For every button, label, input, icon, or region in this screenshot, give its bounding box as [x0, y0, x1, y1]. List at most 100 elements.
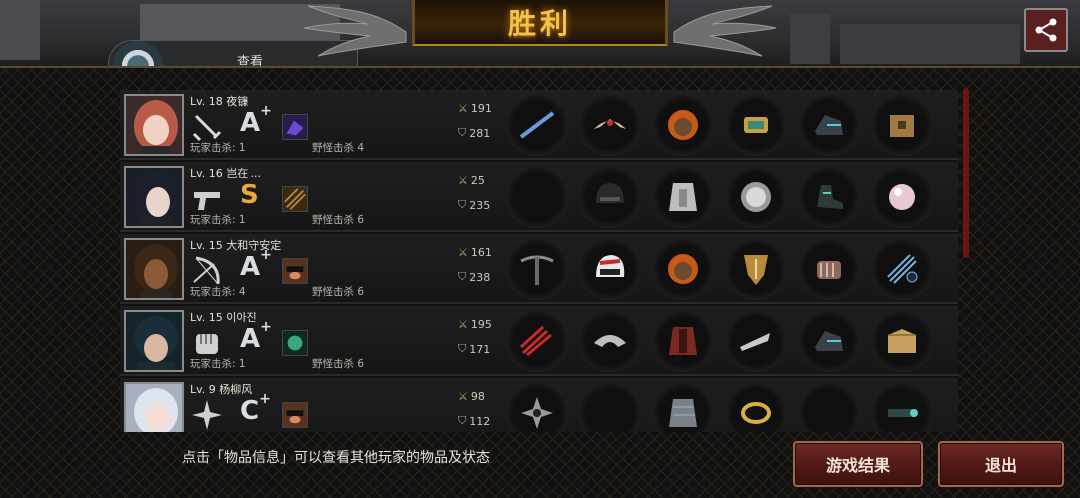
pet-icon [282, 258, 308, 284]
bracelet-item-icon [744, 117, 768, 133]
player-avatar [124, 166, 184, 228]
crossed-swords-icon: ⚔ [458, 318, 468, 331]
building-silhouette [0, 0, 40, 60]
shield-icon: ⛉ [458, 198, 467, 211]
share-icon [1035, 18, 1057, 42]
item-slot[interactable] [798, 238, 860, 300]
shield-icon: ⛉ [458, 270, 467, 283]
item-slot[interactable] [506, 238, 568, 300]
tiara-item-icon [594, 119, 626, 129]
attack-stat: ⚔ 195 [458, 318, 492, 331]
item-slot[interactable] [579, 238, 641, 300]
item-slot[interactable] [652, 94, 714, 156]
item-slot[interactable] [798, 166, 860, 228]
item-slot[interactable] [871, 94, 933, 156]
item-slot[interactable] [579, 166, 641, 228]
crossed-swords-icon: ⚔ [458, 174, 468, 187]
scope-item-icon [888, 409, 918, 417]
blade-bracer-item-icon [740, 333, 770, 351]
player-avatar [124, 310, 184, 372]
item-slot[interactable] [652, 238, 714, 300]
item-slot-empty[interactable] [506, 166, 568, 228]
player-row[interactable]: Lv. 15 이아진 A+ 玩家击杀: 1 野怪击杀 6 ⚔ 195 ⛉ 171 [120, 306, 958, 376]
defense-stat: ⛉ 238 [458, 270, 491, 284]
player-avatar [124, 382, 184, 432]
item-slot[interactable] [725, 238, 787, 300]
item-slot[interactable] [725, 310, 787, 372]
pearl-item-icon [889, 184, 915, 210]
chainmail-item-icon [669, 399, 697, 427]
player-kills: 玩家击杀: 1 [190, 214, 246, 226]
boots-item-icon [817, 185, 843, 209]
player-level-name: Lv. 16 岂在 ... [190, 167, 261, 180]
attack-stat: ⚔ 161 [458, 246, 492, 259]
claw-item-icon [519, 325, 552, 357]
right-wing-icon [673, 5, 777, 57]
shield-item-icon [744, 255, 768, 285]
hint-text: 点击「物品信息」可以查看其他玩家的物品及状态 [182, 450, 490, 466]
grade-badge: C+ [240, 391, 271, 426]
shuriken-icon [192, 400, 222, 430]
item-slot[interactable] [871, 238, 933, 300]
ring-item-icon [741, 402, 771, 424]
player-row[interactable]: Lv. 16 岂在 ... S 玩家击杀: 1 野怪击杀 6 ⚔ 25 ⛉ 235 [120, 162, 958, 232]
shield-icon: ⛉ [458, 126, 467, 139]
bandana-item-icon [594, 335, 626, 347]
player-list[interactable]: Lv. 18 夜镰 A+ 玩家击杀: 1 野怪击杀 4 ⚔ 191 ⛉ 281 Lv… [120, 90, 958, 432]
crossed-swords-icon: ⚔ [458, 102, 468, 115]
item-slot[interactable] [652, 310, 714, 372]
item-slot[interactable] [871, 310, 933, 372]
item-slot[interactable] [725, 94, 787, 156]
list-scrollbar[interactable] [963, 88, 969, 258]
bow-icon [193, 256, 220, 285]
share-button[interactable] [1024, 8, 1068, 52]
shield-icon: ⛉ [458, 342, 467, 355]
shield-icon: ⛉ [458, 414, 467, 427]
defense-stat: ⛉ 235 [458, 198, 491, 212]
item-slot[interactable] [725, 166, 787, 228]
pet-icon [282, 330, 308, 356]
pet-icon [282, 402, 308, 428]
item-slot[interactable] [798, 310, 860, 372]
player-row[interactable]: Lv. 9 杨柳风 C+ ⚔ 98 ⛉ 112 [120, 378, 958, 432]
item-slot[interactable] [506, 310, 568, 372]
monster-kills: 野怪击杀 6 [312, 358, 365, 370]
item-slot[interactable] [652, 382, 714, 432]
item-slot[interactable] [579, 310, 641, 372]
pet-icon [282, 186, 308, 212]
defense-stat: ⛉ 171 [458, 342, 491, 356]
item-slot[interactable] [871, 166, 933, 228]
sword-icon [192, 114, 222, 142]
player-kills: 玩家击杀: 1 [190, 358, 246, 370]
item-slot[interactable] [652, 166, 714, 228]
building-silhouette [840, 24, 1020, 64]
player-row[interactable]: Lv. 18 夜镰 A+ 玩家击杀: 1 野怪击杀 4 ⚔ 191 ⛉ 281 [120, 90, 958, 160]
grade-badge: S [240, 180, 259, 210]
grade-badge: A+ [240, 319, 272, 354]
item-slot-empty[interactable] [798, 382, 860, 432]
pistol-icon [194, 192, 220, 210]
page-title: 胜利 [507, 7, 572, 40]
player-level-name: Lv. 18 夜镰 [190, 95, 249, 108]
item-slot[interactable] [506, 94, 568, 156]
item-slot[interactable] [506, 382, 568, 432]
helmet-item-icon [596, 183, 624, 203]
crate-item-icon [890, 115, 914, 137]
gauntlet-item-icon [817, 261, 841, 279]
exit-button[interactable]: 退出 [938, 441, 1064, 487]
arrows-item-icon [887, 254, 918, 284]
grade-badge: A+ [240, 247, 272, 282]
crossed-swords-icon: ⚔ [458, 246, 468, 259]
vest-item-icon [669, 183, 697, 211]
item-slot-empty[interactable] [579, 382, 641, 432]
item-slot[interactable] [579, 94, 641, 156]
item-slot[interactable] [798, 94, 860, 156]
left-wing-icon [303, 5, 407, 57]
victory-banner: 胜利 [412, 0, 668, 46]
item-slot[interactable] [725, 382, 787, 432]
player-row[interactable]: Lv. 15 大和守安定 A+ 玩家击杀: 4 野怪击杀 6 ⚔ 161 ⛉ 238 [120, 234, 958, 304]
rifle-item-icon [519, 111, 555, 139]
game-results-button[interactable]: 游戏结果 [793, 441, 923, 487]
monster-kills: 野怪击杀 4 [312, 142, 365, 154]
item-slot[interactable] [871, 382, 933, 432]
